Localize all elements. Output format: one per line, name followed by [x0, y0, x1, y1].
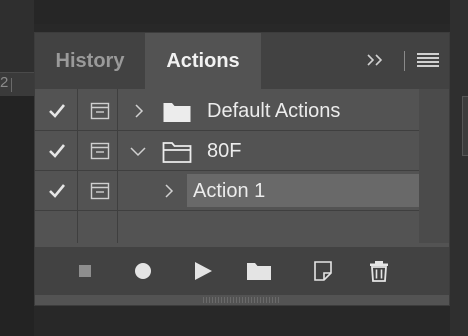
action-set-row[interactable]: Default Actions — [35, 91, 419, 131]
tab-actions[interactable]: Actions — [145, 33, 261, 89]
panel-header: History Actions — [35, 33, 449, 89]
ruler-tick — [11, 78, 12, 92]
check-icon[interactable] — [47, 101, 67, 121]
trash-icon[interactable] — [367, 259, 391, 283]
check-icon[interactable] — [47, 181, 67, 201]
list-scrollbar[interactable] — [419, 89, 449, 243]
folder-icon — [163, 103, 191, 122]
action-set-label: Default Actions — [207, 100, 341, 122]
new-action-icon[interactable] — [311, 259, 335, 283]
action-row[interactable]: Action 1 — [35, 171, 419, 211]
check-icon[interactable] — [47, 141, 67, 161]
actions-panel: History Actions Default Actions 80F Acti… — [34, 32, 450, 306]
new-set-folder-icon[interactable] — [245, 259, 273, 283]
actions-toolbar — [35, 247, 449, 295]
application-bar-background — [34, 0, 450, 24]
panel-menu-icon[interactable] — [417, 51, 439, 69]
record-icon[interactable] — [131, 259, 155, 283]
expand-panels-icon[interactable] — [365, 49, 387, 71]
folder-open-icon — [162, 142, 192, 163]
actions-list: Default Actions 80F Action 1 — [35, 89, 449, 243]
tab-history[interactable]: History — [35, 33, 145, 89]
panel-resize-grip[interactable] — [203, 297, 281, 303]
stop-icon[interactable] — [73, 259, 97, 283]
chevron-down-icon[interactable] — [130, 143, 146, 159]
dialog-toggle-icon[interactable] — [90, 101, 110, 121]
ruler-number: 2 — [0, 74, 9, 91]
header-divider — [404, 51, 405, 71]
action-label: Action 1 — [193, 180, 266, 202]
dialog-toggle-icon[interactable] — [90, 181, 110, 201]
chevron-right-icon[interactable] — [131, 103, 147, 119]
action-set-label: 80F — [207, 140, 242, 162]
dialog-toggle-icon[interactable] — [90, 141, 110, 161]
action-set-row[interactable]: 80F — [35, 131, 419, 171]
collapsed-panel-tab[interactable] — [462, 96, 468, 156]
document-canvas[interactable] — [0, 96, 34, 336]
chevron-right-icon[interactable] — [161, 183, 177, 199]
play-icon[interactable] — [191, 259, 215, 283]
right-dock — [450, 0, 468, 336]
